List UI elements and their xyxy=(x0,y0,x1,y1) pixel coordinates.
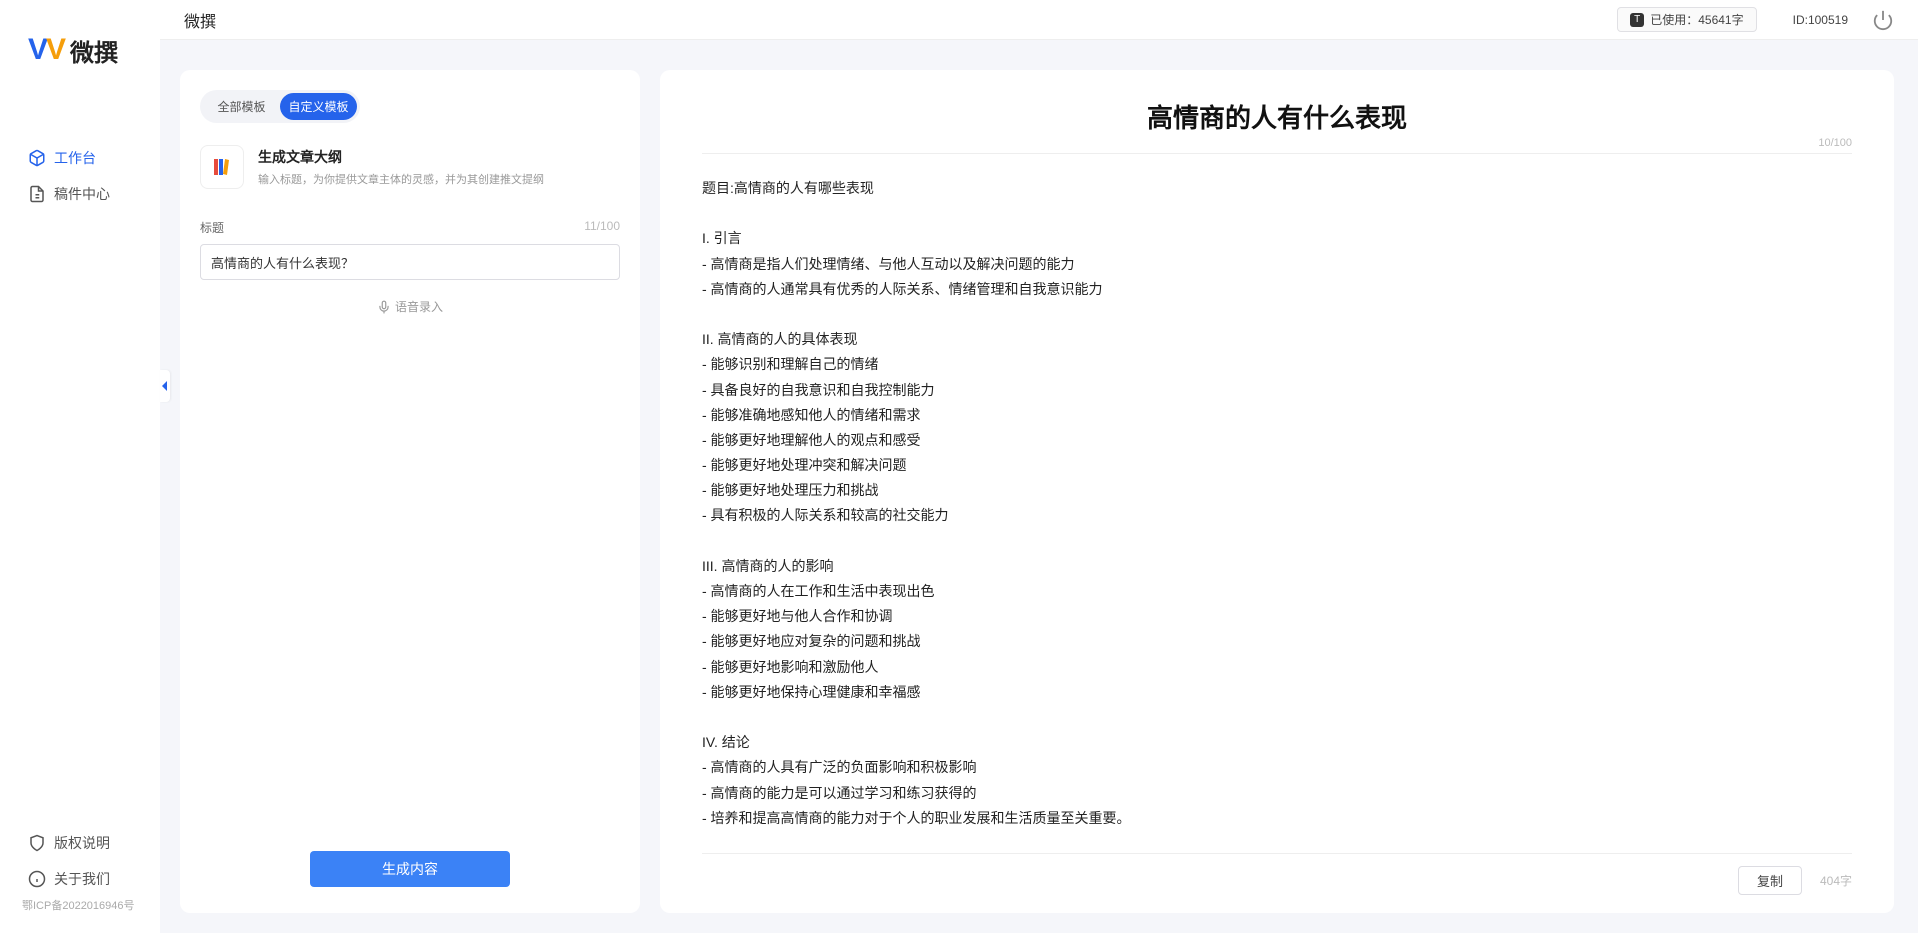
chevron-left-icon xyxy=(161,380,169,392)
sidebar-footer: 版权说明 关于我们 鄂ICP备2022016946号 xyxy=(0,825,160,933)
voice-input-label: 语音录入 xyxy=(395,298,443,315)
title-label-row: 标题 11/100 xyxy=(200,219,620,236)
doc-footer: 复制 404字 xyxy=(702,853,1852,895)
nav-item-label: 工作台 xyxy=(54,148,96,168)
doc-body[interactable]: 题目:高情商的人有哪些表现 I. 引言 - 高情商是指人们处理情绪、与他人互动以… xyxy=(702,176,1852,853)
books-svg-icon xyxy=(210,155,234,179)
template-panel: 全部模板 自定义模板 生成文章大纲 输入标题，为你提供文章主体的灵感，并为其创建… xyxy=(180,70,640,913)
doc-title-counter: 10/100 xyxy=(1818,137,1852,149)
title-label: 标题 xyxy=(200,219,224,236)
document-icon xyxy=(28,185,46,203)
voice-input-link[interactable]: 语音录入 xyxy=(200,298,620,315)
tab-custom-templates[interactable]: 自定义模板 xyxy=(280,93,357,120)
doc-title[interactable]: 高情商的人有什么表现 xyxy=(1147,98,1407,135)
books-icon xyxy=(200,145,244,189)
user-id: ID:100519 xyxy=(1793,13,1848,27)
shield-icon xyxy=(28,834,46,852)
nav-list: 工作台 稿件中心 xyxy=(0,140,160,825)
card-titles: 生成文章大纲 输入标题，为你提供文章主体的灵感，并为其创建推文提纲 xyxy=(258,147,544,187)
nav-item-label: 稿件中心 xyxy=(54,184,110,204)
icp-text: 鄂ICP备2022016946号 xyxy=(0,897,160,921)
template-tabs: 全部模板 自定义模板 xyxy=(200,90,360,123)
card-subtitle: 输入标题，为你提供文章主体的灵感，并为其创建推文提纲 xyxy=(258,171,544,187)
char-count: 404字 xyxy=(1820,872,1852,889)
main-area: 微撰 T 已使用：45641字 ID:100519 全部模板 自定义模板 xyxy=(160,0,1918,933)
logo-text: 微撰 xyxy=(70,33,118,68)
topbar: 微撰 T 已使用：45641字 ID:100519 xyxy=(160,0,1918,40)
nav-item-manuscripts[interactable]: 稿件中心 xyxy=(0,176,160,212)
sidebar-collapse-handle[interactable] xyxy=(160,370,170,402)
nav-item-label: 关于我们 xyxy=(54,869,110,889)
title-input[interactable] xyxy=(200,244,620,280)
power-icon[interactable] xyxy=(1872,9,1894,31)
logo-mark-icon: VV xyxy=(28,33,64,67)
nav-item-label: 版权说明 xyxy=(54,833,110,853)
usage-text: 已使用：45641字 xyxy=(1650,11,1743,28)
copy-button[interactable]: 复制 xyxy=(1738,866,1802,895)
usage-badge[interactable]: T 已使用：45641字 xyxy=(1617,7,1756,32)
content-row: 全部模板 自定义模板 生成文章大纲 输入标题，为你提供文章主体的灵感，并为其创建… xyxy=(160,40,1918,933)
nav-item-workspace[interactable]: 工作台 xyxy=(0,140,160,176)
tab-all-templates[interactable]: 全部模板 xyxy=(203,93,280,120)
output-panel: 高情商的人有什么表现 10/100 题目:高情商的人有哪些表现 I. 引言 - … xyxy=(660,70,1894,913)
card-title: 生成文章大纲 xyxy=(258,147,544,167)
app-logo: VV 微撰 xyxy=(0,20,160,80)
sidebar: VV 微撰 工作台 稿件中心 版权说明 关于我们 鄂ICP备2022016946… xyxy=(0,0,160,933)
nav-item-about[interactable]: 关于我们 xyxy=(0,861,160,897)
generate-button[interactable]: 生成内容 xyxy=(310,851,510,887)
nav-item-copyright[interactable]: 版权说明 xyxy=(0,825,160,861)
title-counter: 11/100 xyxy=(584,219,620,236)
text-count-icon: T xyxy=(1630,13,1644,27)
doc-title-row: 高情商的人有什么表现 10/100 xyxy=(702,98,1852,154)
info-icon xyxy=(28,870,46,888)
template-card[interactable]: 生成文章大纲 输入标题，为你提供文章主体的灵感，并为其创建推文提纲 xyxy=(200,145,620,189)
page-title: 微撰 xyxy=(184,8,216,32)
cube-icon xyxy=(28,149,46,167)
mic-icon xyxy=(377,300,391,314)
